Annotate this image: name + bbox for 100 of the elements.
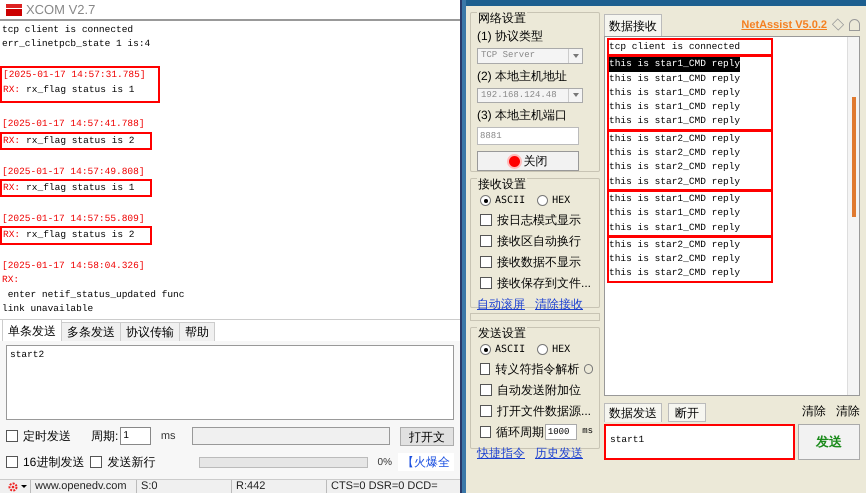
rx-prefix: RX:: [3, 181, 20, 196]
promo-link[interactable]: 【火爆全: [398, 453, 454, 471]
received-line[interactable]: this is star1_CMD reply: [609, 86, 740, 100]
log-line: err_clinetpcb_state 1 is:4: [2, 37, 152, 52]
received-line[interactable]: this is star2_CMD reply: [609, 252, 740, 266]
disconnect-button[interactable]: 断开: [668, 403, 706, 422]
log-line: rx_flag status is 1: [26, 82, 134, 97]
unit-label: ms: [160, 428, 176, 444]
radio-button[interactable]: [480, 344, 491, 355]
received-line[interactable]: this is star1_CMD reply: [609, 114, 740, 129]
received-line[interactable]: this is star1_CMD reply: [609, 206, 740, 221]
tab[interactable]: 帮助: [180, 322, 215, 341]
link[interactable]: 自动滚屏: [477, 295, 525, 313]
send-textarea[interactable]: start2: [6, 345, 454, 420]
received-line[interactable]: this is star2_CMD reply: [609, 160, 740, 175]
checkbox[interactable]: [480, 256, 492, 268]
checkbox[interactable]: [480, 384, 492, 396]
period-field[interactable]: 1000: [544, 424, 578, 440]
rx-prefix: RX:: [2, 273, 20, 288]
checkbox[interactable]: [480, 214, 492, 226]
log-line: rx_flag status is 2: [26, 134, 134, 148]
window-title: XCOM V2.7: [26, 0, 96, 19]
clear-button[interactable]: 清除: [802, 402, 826, 420]
checkbox-label: 打开文件数据源...: [497, 403, 592, 420]
link[interactable]: 历史发送: [535, 444, 583, 462]
log-line: rx_flag status is 1: [26, 181, 134, 196]
checkbox[interactable]: [6, 456, 18, 468]
checkbox-label: 自动发送附加位: [497, 382, 581, 399]
timestamp: [2025-01-17 14:57:31.785]: [3, 68, 146, 82]
status-light-icon: [508, 156, 520, 166]
group-title: 接收设置: [477, 177, 527, 191]
caret-icon[interactable]: [21, 485, 27, 488]
checkbox[interactable]: [480, 426, 491, 438]
timestamp: [2025-01-17 14:58:04.326]: [2, 259, 146, 274]
field-label: (3) 本地主机端口: [477, 107, 568, 124]
checkbox-label: 按日志模式显示: [497, 212, 581, 229]
checkbox[interactable]: [480, 277, 492, 289]
checkbox[interactable]: [480, 363, 490, 375]
logo-icon: [6, 4, 22, 16]
unit-label: ms: [582, 425, 593, 438]
tab[interactable]: 数据接收: [604, 14, 662, 36]
received-line[interactable]: this is star2_CMD reply: [609, 132, 740, 146]
link[interactable]: 快捷指令: [477, 444, 525, 462]
checkbox-label: 16进制发送: [23, 454, 84, 471]
field-label: 周期:: [91, 428, 118, 445]
tab[interactable]: 协议传输: [121, 322, 180, 341]
checkbox-label: 转义符指令解析: [495, 361, 580, 378]
radio-button[interactable]: [480, 195, 491, 206]
checkbox[interactable]: [6, 430, 18, 442]
checkbox[interactable]: [480, 405, 492, 417]
radio-label: HEX: [552, 194, 570, 208]
radio-button[interactable]: [537, 195, 548, 206]
checkbox-label: 循环周期: [496, 424, 544, 441]
checkbox-label: 定时发送: [23, 428, 71, 445]
send-button[interactable]: 发送: [798, 424, 860, 460]
checkbox-label: 接收数据不显示: [497, 254, 581, 271]
settings-icon[interactable]: [8, 482, 18, 492]
clear-button[interactable]: 清除: [836, 402, 860, 420]
field-label: (1) 协议类型: [477, 28, 544, 45]
received-line[interactable]: this is star2_CMD reply: [609, 266, 740, 281]
tab[interactable]: 数据发送: [604, 403, 662, 422]
received-line[interactable]: this is star2_CMD reply: [609, 174, 740, 189]
received-line[interactable]: this is star2_CMD reply: [609, 238, 740, 252]
radio-button[interactable]: [537, 344, 548, 355]
log-line: tcp client is connected: [2, 23, 134, 37]
received-count: R:442: [231, 480, 326, 493]
dropdown-arrow-icon: [572, 54, 578, 58]
received-line[interactable]: this is star1_CMD reply: [609, 100, 740, 114]
dropdown-arrow-icon: [572, 93, 578, 98]
received-line[interactable]: this is star1_CMD reply: [609, 72, 740, 86]
received-line[interactable]: this is star2_CMD reply: [609, 146, 740, 160]
link[interactable]: 清除接收: [535, 295, 583, 313]
radio-label: ASCII: [495, 343, 526, 357]
checkbox[interactable]: [90, 456, 102, 468]
log-line: enter netif_status_updated func: [6, 288, 184, 302]
tab[interactable]: 多条发送: [62, 322, 121, 341]
log-line: rx_flag status is 2: [26, 228, 134, 242]
close-button[interactable]: 关闭: [477, 151, 579, 171]
line-signals: CTS=0 DSR=0 DCD=: [326, 480, 460, 493]
file-path-field[interactable]: [192, 427, 390, 445]
port-field[interactable]: 8881: [477, 127, 579, 145]
checkbox-label: 发送新行: [107, 454, 156, 471]
info-icon[interactable]: [584, 364, 593, 374]
tab[interactable]: 单条发送: [2, 319, 62, 341]
received-line[interactable]: this is star1_CMD reply: [609, 192, 740, 206]
timestamp: [2025-01-17 14:57:55.809]: [2, 212, 146, 226]
received-line[interactable]: this is star1_CMD reply: [609, 220, 740, 235]
open-file-button[interactable]: 打开文: [400, 426, 454, 446]
log-line: link unavailable: [2, 302, 94, 316]
period-field[interactable]: 1: [120, 427, 151, 445]
field-label: (2) 本地主机地址: [477, 68, 568, 84]
checkbox-label: 接收保存到文件...: [497, 275, 592, 292]
group-title: 网络设置: [477, 11, 527, 25]
website-link[interactable]: www.openedv.com: [30, 480, 136, 493]
received-line[interactable]: tcp client is connected: [609, 40, 740, 54]
checkbox[interactable]: [480, 235, 492, 247]
send-textarea[interactable]: start1: [604, 424, 795, 460]
progress-reading: 0%: [378, 456, 392, 470]
scrollbar[interactable]: [847, 37, 859, 395]
rx-prefix: RX:: [3, 134, 20, 148]
